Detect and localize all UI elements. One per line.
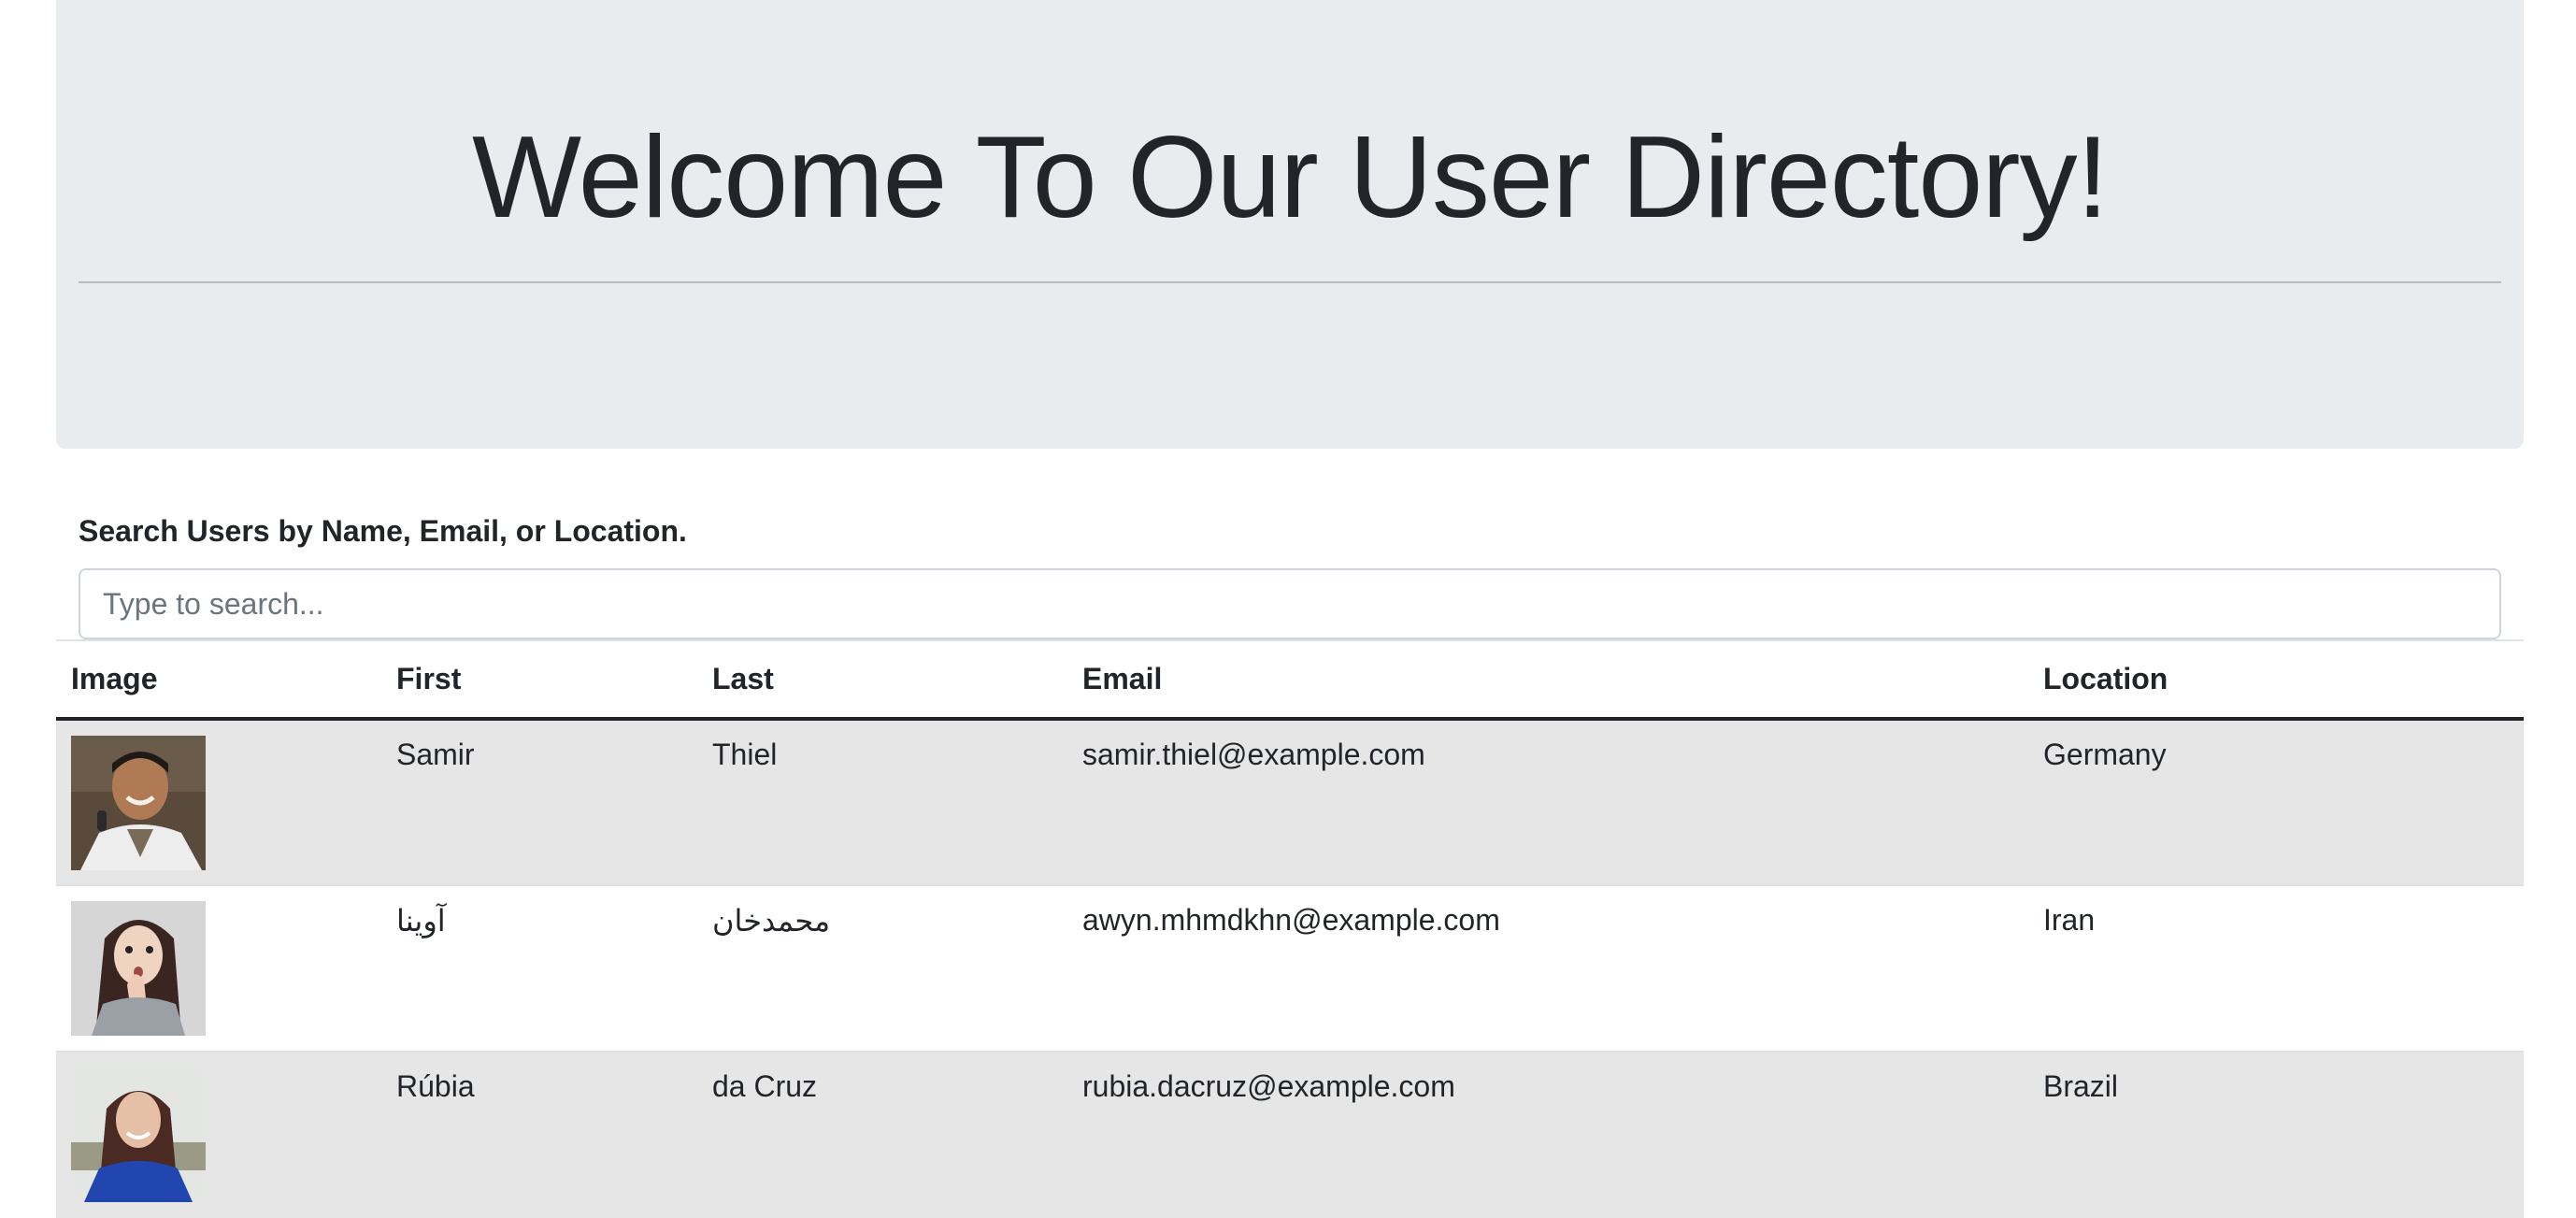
column-header-first[interactable]: First	[381, 640, 697, 721]
user-table: Image First Last Email Location Samir Th…	[56, 639, 2524, 1218]
table-header: Image First Last Email Location	[56, 640, 2524, 721]
table-row: Samir Thiel samir.thiel@example.com Germ…	[56, 718, 2524, 885]
table-row: Rúbia da Cruz rubia.dacruz@example.com B…	[56, 1051, 2524, 1218]
hero-banner: Welcome To Our User Directory!	[56, 0, 2524, 449]
column-header-image[interactable]: Image	[56, 640, 381, 721]
avatar-woman-blue-sweater-icon	[71, 1068, 206, 1202]
search-section: Search Users by Name, Email, or Location…	[79, 512, 2501, 639]
avatar-man-smiling-icon	[71, 736, 206, 870]
cell-location: Iran	[2028, 884, 2524, 1052]
first-name-text: آوینا	[396, 904, 446, 938]
avatar-woman-surprised-icon	[71, 901, 206, 1036]
page-container: Welcome To Our User Directory! Search Us…	[56, 0, 2524, 1218]
column-header-email[interactable]: Email	[1067, 640, 2028, 721]
hero-divider	[79, 281, 2501, 283]
table-row: آوینا محمدخان awyn.mhmdkhn@example.com I…	[56, 884, 2524, 1052]
column-header-location[interactable]: Location	[2028, 640, 2524, 721]
avatar	[71, 736, 206, 870]
last-name-text: محمدخان	[712, 904, 831, 938]
search-label: Search Users by Name, Email, or Location…	[79, 514, 687, 548]
search-input[interactable]	[79, 568, 2501, 639]
page-title: Welcome To Our User Directory!	[471, 113, 2109, 242]
avatar	[71, 1068, 206, 1202]
cell-last: محمدخان	[697, 884, 1067, 1052]
table-body: Samir Thiel samir.thiel@example.com Germ…	[56, 718, 2524, 1218]
cell-first: Rúbia	[381, 1051, 697, 1218]
cell-image	[56, 718, 381, 885]
cell-first: آوینا	[381, 884, 697, 1052]
table-header-row: Image First Last Email Location	[56, 640, 2524, 721]
cell-last: Thiel	[697, 718, 1067, 885]
cell-email: rubia.dacruz@example.com	[1067, 1051, 2028, 1218]
column-header-last[interactable]: Last	[697, 640, 1067, 721]
cell-location: Brazil	[2028, 1051, 2524, 1218]
cell-image	[56, 884, 381, 1052]
cell-email: samir.thiel@example.com	[1067, 718, 2028, 885]
cell-image	[56, 1051, 381, 1218]
cell-location: Germany	[2028, 718, 2524, 885]
cell-last: da Cruz	[697, 1051, 1067, 1218]
avatar	[71, 901, 206, 1036]
cell-email: awyn.mhmdkhn@example.com	[1067, 884, 2028, 1052]
cell-first: Samir	[381, 718, 697, 885]
